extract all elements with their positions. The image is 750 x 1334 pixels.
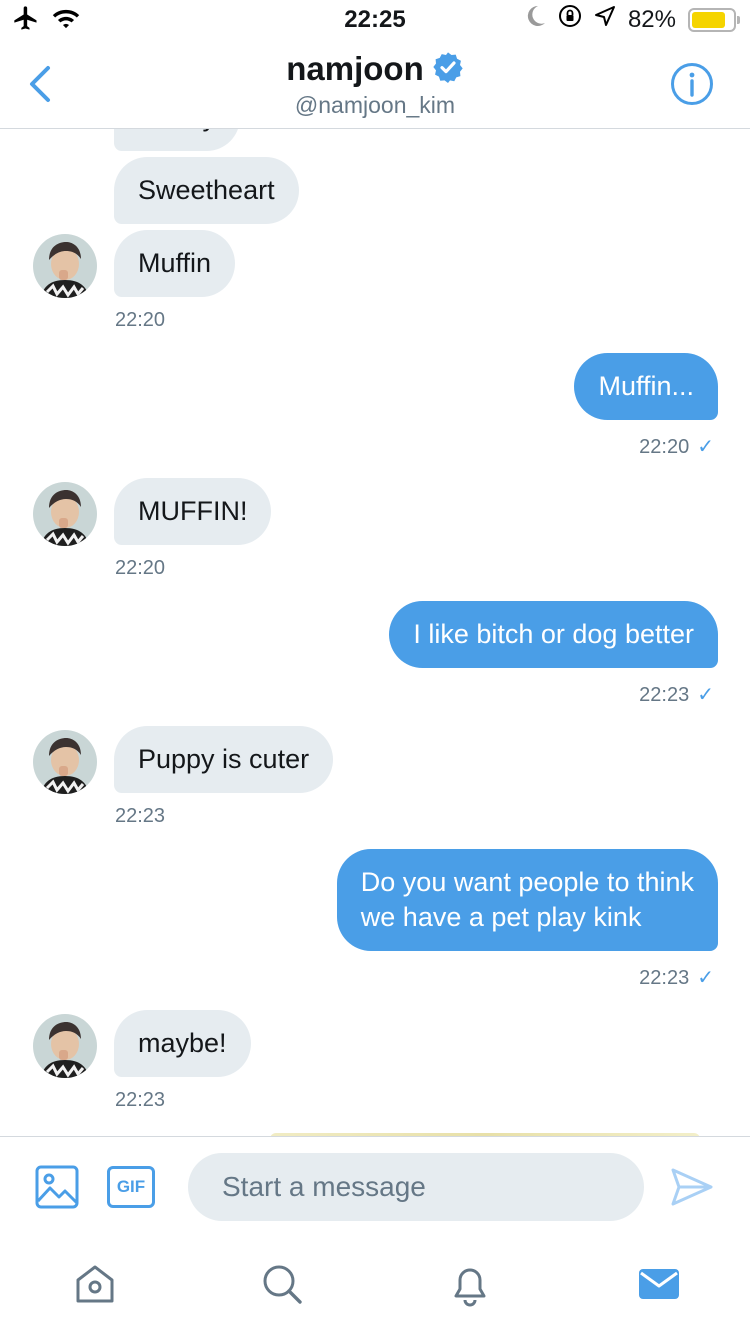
message-timestamp: 22:23 xyxy=(115,805,166,827)
message-input[interactable] xyxy=(188,1153,644,1221)
gif-button[interactable]: GIF xyxy=(107,1166,155,1208)
message-line: Do you want people to think xyxy=(360,867,694,897)
conversation-header: namjoon @namjoon_kim xyxy=(0,40,750,129)
message-bubble-incoming[interactable]: Honey xyxy=(114,129,241,151)
dm-screen: 22:25 82% namjoon @namjoon_kim Sweethear… xyxy=(0,0,750,1334)
status-bar: 22:25 82% xyxy=(0,0,750,40)
message-bubble-incoming[interactable]: MUFFIN! xyxy=(114,478,272,545)
tab-notifications[interactable] xyxy=(446,1260,494,1308)
tab-home[interactable] xyxy=(71,1260,119,1308)
message-timestamp: 22:23 xyxy=(115,1089,166,1111)
message-bubble-incoming[interactable]: Sweetheart xyxy=(114,157,299,224)
battery-percent: 82% xyxy=(627,5,676,33)
battery-icon xyxy=(688,7,740,32)
sent-check-icon: ✓ xyxy=(697,436,714,458)
message-timestamp: 22:20 ✓ xyxy=(639,436,714,458)
message-timestamp: 22:20 xyxy=(115,557,166,579)
home-icon xyxy=(76,1265,114,1303)
contact-name: namjoon xyxy=(286,50,424,87)
message-bubble-incoming[interactable]: Muffin xyxy=(114,230,236,297)
info-button[interactable] xyxy=(670,62,714,106)
location-icon xyxy=(594,5,616,34)
verified-badge-icon xyxy=(432,51,464,88)
message-bubble-outgoing[interactable]: Muffin... xyxy=(574,353,718,420)
notifications-icon xyxy=(454,1268,486,1307)
message-bubble-outgoing[interactable]: I like bitch or dog better xyxy=(389,601,718,668)
conversation-title[interactable]: namjoon @namjoon_kim xyxy=(0,50,750,119)
send-icon xyxy=(671,1168,713,1206)
rotation-lock-icon xyxy=(558,4,582,35)
add-photo-button[interactable] xyxy=(35,1165,79,1209)
sent-check-icon: ✓ xyxy=(697,967,714,989)
info-icon xyxy=(671,63,713,105)
message-line: we have a pet play kink xyxy=(360,902,642,932)
tab-search[interactable] xyxy=(258,1260,306,1308)
search-icon xyxy=(263,1265,302,1304)
tab-messages[interactable] xyxy=(635,1260,683,1308)
message-bubble-outgoing[interactable]: Do you want people to think we have a pe… xyxy=(336,849,718,951)
send-button[interactable] xyxy=(670,1167,714,1207)
message-composer: GIF xyxy=(0,1136,750,1236)
avatar[interactable] xyxy=(33,482,97,546)
battery-level xyxy=(692,11,725,28)
avatar[interactable] xyxy=(33,234,97,298)
message-bubble-incoming[interactable]: maybe! xyxy=(114,1010,251,1077)
image-icon xyxy=(35,1165,79,1209)
messages-icon xyxy=(639,1269,679,1299)
avatar[interactable] xyxy=(33,730,97,794)
title-row: namjoon xyxy=(286,50,464,88)
message-timestamp: 22:23 ✓ xyxy=(639,967,714,989)
moon-icon xyxy=(526,5,546,34)
status-right: 82% xyxy=(526,4,740,35)
message-list[interactable]: Honey Sweetheart Muffin 22:20 Muffin... … xyxy=(0,129,750,1136)
message-timestamp: 22:23 ✓ xyxy=(639,684,714,706)
avatar[interactable] xyxy=(33,1014,97,1078)
message-bubble-incoming[interactable]: Puppy is cuter xyxy=(114,726,334,793)
contact-handle: @namjoon_kim xyxy=(294,92,456,118)
tab-bar xyxy=(0,1236,750,1334)
sent-check-icon: ✓ xyxy=(697,684,714,706)
message-timestamp: 22:20 xyxy=(115,309,166,331)
